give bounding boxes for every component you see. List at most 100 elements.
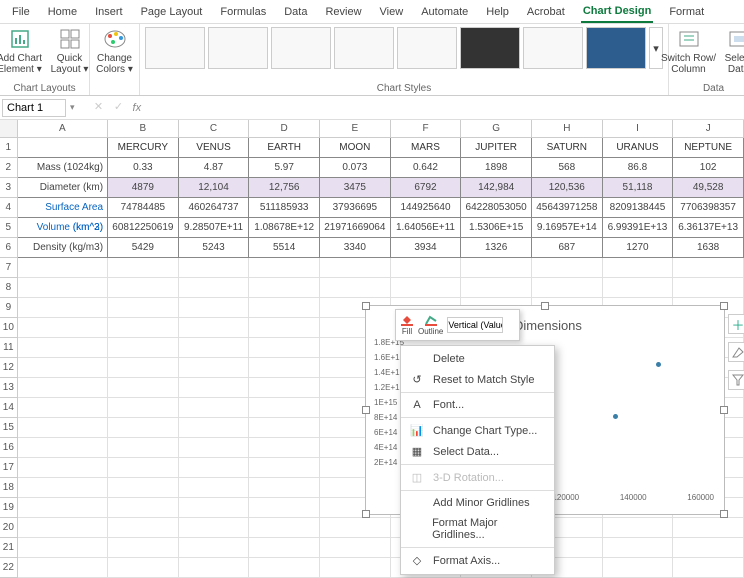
tab-page-layout[interactable]: Page Layout (139, 2, 205, 22)
cell[interactable] (108, 358, 179, 378)
column-header[interactable]: F (391, 120, 462, 137)
cell[interactable]: 9.28507E+11 (179, 218, 250, 238)
cell[interactable] (179, 498, 250, 518)
chart-style-5[interactable] (397, 27, 457, 69)
cell[interactable] (673, 258, 744, 278)
row-header[interactable]: 2 (0, 158, 18, 178)
cell[interactable]: VENUS (179, 138, 250, 158)
cell[interactable] (179, 478, 250, 498)
resize-handle[interactable] (362, 510, 370, 518)
change-colors-button[interactable]: Change Colors ▾ (93, 27, 137, 75)
cell[interactable] (18, 458, 108, 478)
chart-element-selector[interactable] (447, 317, 503, 333)
cell[interactable] (249, 478, 320, 498)
cell[interactable] (179, 418, 250, 438)
row-header[interactable]: 22 (0, 558, 18, 578)
cancel-formula-icon[interactable]: ✕ (91, 100, 107, 116)
column-header[interactable]: E (320, 120, 391, 137)
cell[interactable] (18, 518, 108, 538)
cell[interactable] (249, 398, 320, 418)
cell[interactable]: 64228053050 (461, 198, 532, 218)
row-label[interactable]: Volume (km^3) (18, 218, 108, 238)
row-header[interactable]: 18 (0, 478, 18, 498)
cell[interactable]: 5243 (179, 238, 250, 258)
cell[interactable] (18, 298, 108, 318)
tab-acrobat[interactable]: Acrobat (525, 2, 567, 22)
cell[interactable]: 687 (532, 238, 603, 258)
resize-handle[interactable] (720, 406, 728, 414)
cell[interactable] (532, 278, 603, 298)
chart-style-3[interactable] (271, 27, 331, 69)
enter-formula-icon[interactable]: ✓ (111, 100, 127, 116)
chart-style-1[interactable] (145, 27, 205, 69)
cell[interactable]: 86.8 (603, 158, 674, 178)
tab-format[interactable]: Format (667, 2, 706, 22)
cell[interactable]: 0.073 (320, 158, 391, 178)
cell[interactable] (249, 558, 320, 578)
cell[interactable] (179, 258, 250, 278)
cell[interactable]: 7706398357 (673, 198, 744, 218)
switch-row-column-button[interactable]: Switch Row/ Column (667, 27, 711, 75)
cell[interactable] (249, 378, 320, 398)
cell[interactable] (179, 298, 250, 318)
cell[interactable]: 1.5306E+15 (461, 218, 532, 238)
chart-style-2[interactable] (208, 27, 268, 69)
cell[interactable] (18, 258, 108, 278)
select-all-corner[interactable] (0, 120, 18, 137)
cell[interactable]: 8209138445 (603, 198, 674, 218)
column-header[interactable]: I (603, 120, 674, 137)
cell[interactable] (18, 318, 108, 338)
cell[interactable] (18, 438, 108, 458)
cell[interactable]: 4.87 (179, 158, 250, 178)
column-header[interactable]: J (673, 120, 744, 137)
cell[interactable]: 12,756 (249, 178, 320, 198)
cell[interactable]: SATURN (532, 138, 603, 158)
cell[interactable]: 1.64056E+11 (391, 218, 462, 238)
row-label[interactable]: Diameter (km) (18, 178, 108, 198)
cell[interactable]: MOON (320, 138, 391, 158)
cell[interactable] (603, 258, 674, 278)
cell[interactable] (179, 318, 250, 338)
menu-item-format-major-gridlines[interactable]: Format Major Gridlines... (401, 513, 554, 545)
tab-automate[interactable]: Automate (419, 2, 470, 22)
cell[interactable]: 460264737 (179, 198, 250, 218)
row-header[interactable]: 20 (0, 518, 18, 538)
cell[interactable]: 6792 (391, 178, 462, 198)
tab-review[interactable]: Review (323, 2, 363, 22)
tab-data[interactable]: Data (282, 2, 309, 22)
cell[interactable]: 74784485 (108, 198, 179, 218)
cell[interactable]: 3934 (391, 238, 462, 258)
cell[interactable] (108, 498, 179, 518)
cell[interactable] (673, 558, 744, 578)
cell[interactable]: 51,118 (603, 178, 674, 198)
cell[interactable] (179, 358, 250, 378)
cell[interactable] (391, 278, 462, 298)
cell[interactable]: 5.97 (249, 158, 320, 178)
column-header[interactable]: C (179, 120, 250, 137)
add-chart-element-button[interactable]: Add Chart Element ▾ (0, 27, 42, 75)
chart-style-8[interactable] (586, 27, 646, 69)
cell[interactable] (249, 498, 320, 518)
resize-handle[interactable] (362, 302, 370, 310)
column-header[interactable]: B (108, 120, 179, 137)
cell[interactable] (249, 418, 320, 438)
menu-item-change-chart-type[interactable]: 📊Change Chart Type... (401, 420, 554, 441)
cell[interactable] (249, 318, 320, 338)
cell[interactable] (108, 458, 179, 478)
cell[interactable]: 3340 (320, 238, 391, 258)
cell[interactable] (179, 338, 250, 358)
row-header[interactable]: 21 (0, 538, 18, 558)
tab-insert[interactable]: Insert (93, 2, 125, 22)
cell[interactable] (461, 278, 532, 298)
cell[interactable] (108, 278, 179, 298)
cell[interactable] (18, 558, 108, 578)
cell[interactable] (18, 538, 108, 558)
cell[interactable]: 5514 (249, 238, 320, 258)
quick-layout-button[interactable]: Quick Layout ▾ (48, 27, 92, 75)
cell[interactable]: 49,528 (673, 178, 744, 198)
cell[interactable]: 45643971258 (532, 198, 603, 218)
cell[interactable] (179, 438, 250, 458)
row-label[interactable]: Density (kg/m3) (18, 238, 108, 258)
cell[interactable]: 21971669064 (320, 218, 391, 238)
select-data-button[interactable]: Select Data (717, 27, 744, 75)
